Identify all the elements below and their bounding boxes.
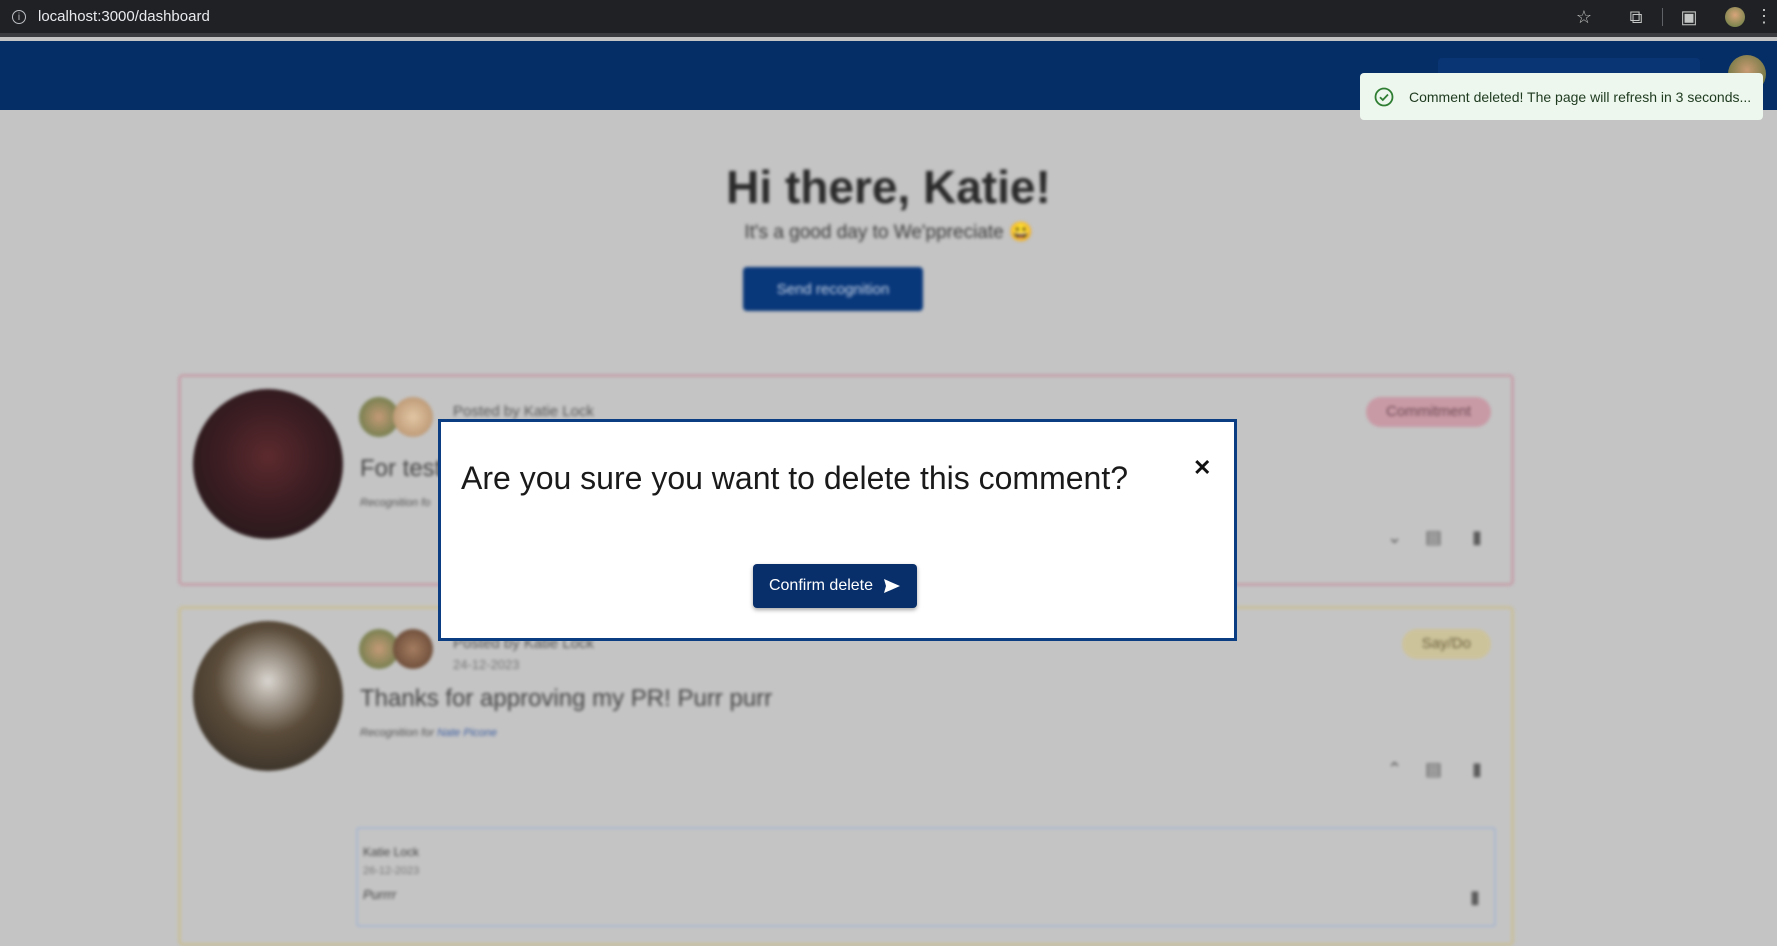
greeting-subtitle: It's a good day to We'ppreciate 😀 <box>744 222 1033 243</box>
recipient-avatar <box>393 397 433 437</box>
site-info-icon[interactable]: i <box>12 9 26 24</box>
post-message: Thanks for approving my PR! Purr purr <box>360 685 773 712</box>
comment-date: 26-12-2023 <box>363 865 420 877</box>
comment-author: Katie Lock <box>363 845 420 859</box>
url-host: localhost <box>38 8 98 25</box>
recognition-prefix: Recognition for <box>360 727 434 739</box>
delete-comment-icon[interactable]: ▮ <box>1470 887 1480 908</box>
chevron-up-icon[interactable]: ⌃ <box>1387 759 1402 780</box>
chevron-down-icon[interactable]: ⌄ <box>1387 527 1402 548</box>
post-date: 24-12-2023 <box>453 657 520 672</box>
browser-menu-icon[interactable]: ⋮ <box>1755 6 1773 27</box>
post-image <box>193 389 343 539</box>
post-message: For test <box>360 455 442 482</box>
comment-item: Katie Lock 26-12-2023 Purrrr ▮ <box>356 827 1496 927</box>
greeting-heading: Hi there, Katie! <box>726 161 1051 213</box>
browser-toolbar: i localhost:3000/dashboard ☆ ⧉ ▣ ⋮ <box>0 0 1777 37</box>
value-badge: Commitment <box>1365 397 1491 427</box>
extensions-icon[interactable]: ⧉ <box>1626 7 1646 27</box>
add-comment-icon[interactable]: ▤ <box>1425 527 1442 548</box>
post-image <box>193 621 343 771</box>
posted-by: Posted by Katie Lock <box>453 403 594 420</box>
delete-icon[interactable]: ▮ <box>1472 759 1482 780</box>
bookmark-star-icon[interactable]: ☆ <box>1574 7 1594 27</box>
close-icon[interactable]: ✕ <box>1193 455 1211 481</box>
toast-message: Comment deleted! The page will refresh i… <box>1409 88 1752 105</box>
send-icon <box>884 579 901 593</box>
delete-icon[interactable]: ▮ <box>1472 527 1482 548</box>
add-comment-icon[interactable]: ▤ <box>1425 759 1442 780</box>
delete-comment-modal: ✕ Are you sure you want to delete this c… <box>438 419 1237 641</box>
value-badge: Say/Do <box>1401 629 1491 659</box>
recipient-avatar <box>393 629 433 669</box>
side-panel-icon[interactable]: ▣ <box>1679 7 1699 27</box>
recognition-for: Recognition fo <box>360 497 431 509</box>
confirm-delete-button[interactable]: Confirm delete <box>753 564 917 608</box>
toolbar-divider <box>1662 7 1663 26</box>
recognition-for: Recognition for Nate Picone <box>360 727 497 739</box>
profile-avatar-icon[interactable] <box>1725 6 1745 27</box>
url-path: :3000/dashboard <box>97 8 210 25</box>
modal-title: Are you sure you want to delete this com… <box>461 460 1129 496</box>
recognition-card: Posted by Katie Lock 24-12-2023 Thanks f… <box>178 606 1514 946</box>
recognition-recipient-link[interactable]: Nate Picone <box>437 727 497 739</box>
comment-text: Purrrr <box>363 887 397 902</box>
confirm-delete-label: Confirm delete <box>768 577 874 594</box>
address-bar[interactable]: localhost:3000/dashboard <box>38 8 210 25</box>
success-toast: Comment deleted! The page will refresh i… <box>1360 73 1763 120</box>
check-circle-icon <box>1374 87 1394 106</box>
send-recognition-button[interactable]: Send recognition <box>743 267 923 311</box>
